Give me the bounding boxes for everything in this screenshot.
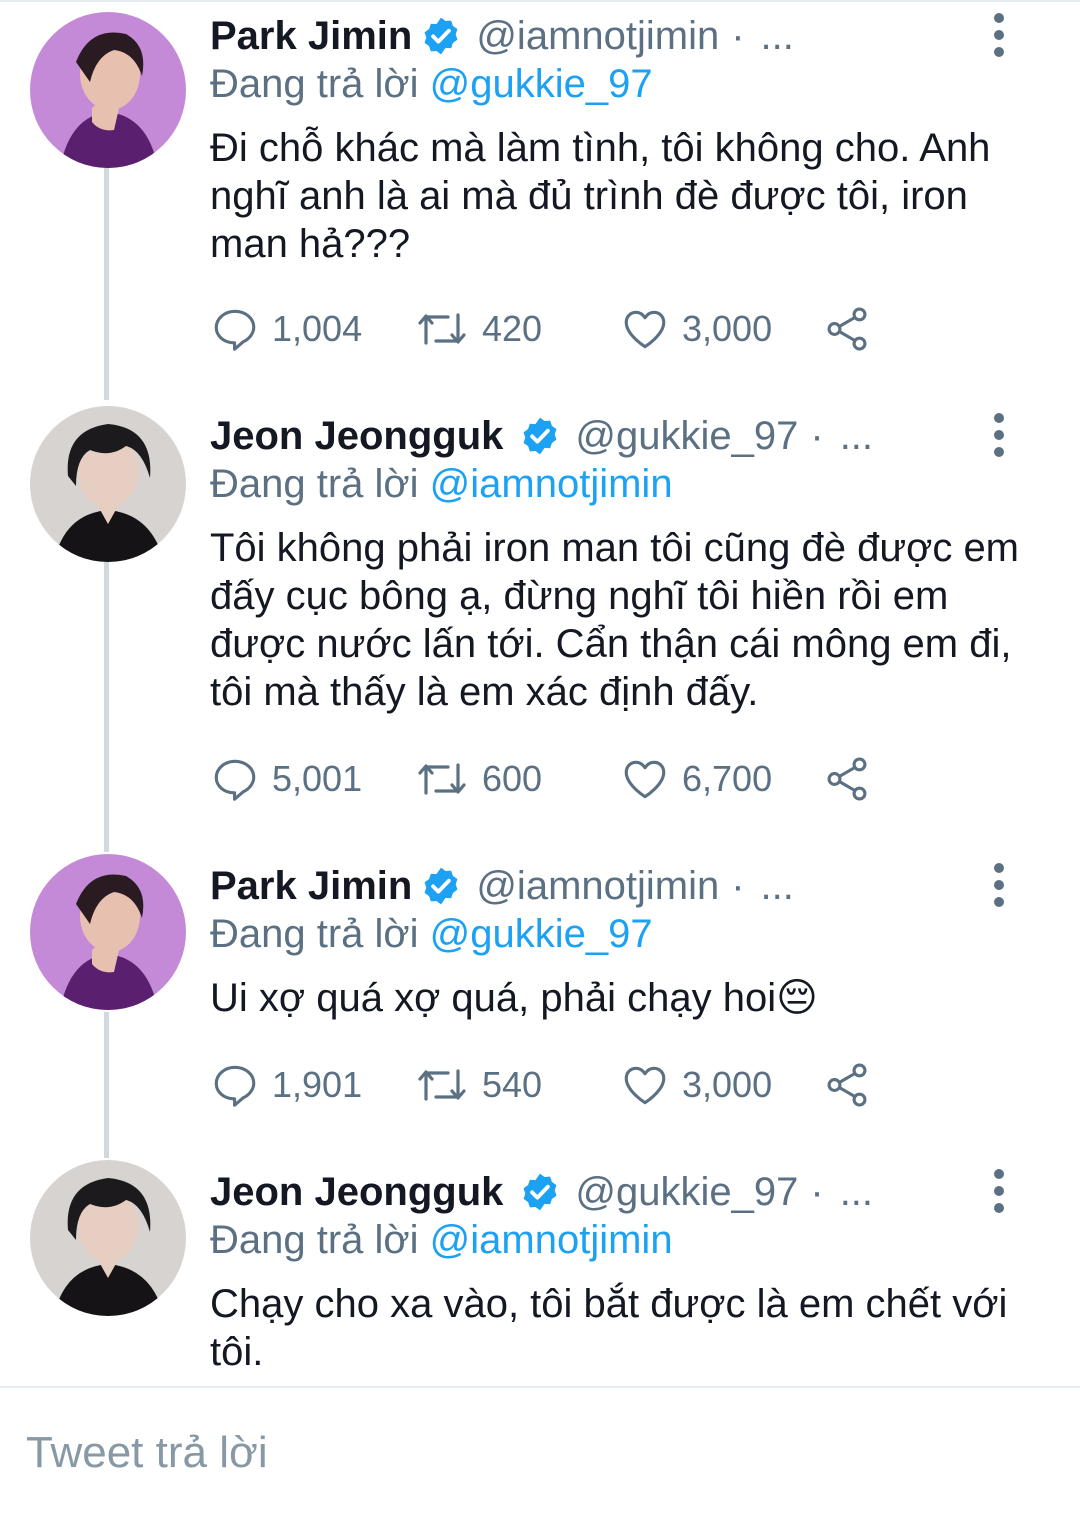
- mention-link[interactable]: @iamnotjimin: [430, 462, 673, 506]
- truncation-ellipsis: ...: [760, 863, 794, 908]
- share-button[interactable]: [822, 304, 872, 354]
- retweet-button[interactable]: 600: [414, 754, 542, 804]
- avatar[interactable]: [30, 854, 186, 1010]
- separator-dot: ·: [731, 13, 745, 58]
- handle[interactable]: @iamnotjimin: [476, 14, 719, 59]
- replying-to: Đang trả lời @iamnotjimin: [210, 1218, 673, 1263]
- retweet-button[interactable]: 540: [414, 1060, 542, 1110]
- replying-to: Đang trả lời @gukkie_97: [210, 62, 653, 107]
- retweet-icon: [418, 313, 466, 345]
- avatar-portrait-purple: [30, 854, 186, 1010]
- tweet-text: Đi chỗ khác mà làm tình, tôi không cho. …: [210, 126, 991, 266]
- retweet-count: 540: [482, 1064, 543, 1105]
- like-button[interactable]: 6,700: [620, 754, 772, 804]
- avatar[interactable]: [30, 12, 186, 168]
- verified-badge-icon: [424, 17, 458, 55]
- reply-bubble-icon: [214, 1065, 256, 1107]
- share-button[interactable]: [822, 754, 872, 804]
- vertical-dots-icon[interactable]: [984, 10, 1014, 60]
- replying-prefix: Đang trả lời: [210, 62, 419, 106]
- vertical-dots-icon[interactable]: [984, 860, 1014, 910]
- replying-prefix: Đang trả lời: [210, 462, 419, 506]
- retweet-button[interactable]: 420: [414, 304, 542, 354]
- tweet-header: Park Jimin @iamnotjimin · ...: [210, 8, 794, 64]
- retweet-icon: [418, 763, 466, 795]
- reply-composer: [0, 1388, 1080, 1520]
- like-count: 3,000: [682, 1064, 773, 1105]
- handle[interactable]: @gukkie_97: [575, 1170, 798, 1215]
- reply-count: 1,901: [272, 1064, 363, 1105]
- handle[interactable]: @gukkie_97: [575, 414, 798, 459]
- avatar[interactable]: [30, 1160, 186, 1316]
- reply-bubble-icon: [214, 309, 256, 351]
- share-button[interactable]: [822, 1060, 872, 1110]
- thread-connector: [104, 160, 109, 400]
- retweet-count: 420: [482, 308, 543, 349]
- display-name[interactable]: Park Jimin: [210, 14, 412, 59]
- like-count: 3,000: [682, 308, 773, 349]
- like-count: 6,700: [682, 758, 773, 799]
- avatar-portrait-purple: [30, 12, 186, 168]
- tweet-text: Ui xợ quá xợ quá, phải chạy hoi😔: [210, 976, 818, 1020]
- replying-prefix: Đang trả lời: [210, 1218, 419, 1262]
- tweet-actions: 1,004 420 3,000: [210, 304, 1030, 354]
- reply-count: 1,004: [272, 308, 363, 349]
- avatar[interactable]: [30, 406, 186, 562]
- like-button[interactable]: 3,000: [620, 1060, 772, 1110]
- avatar-portrait-grey: [30, 1160, 186, 1316]
- handle[interactable]: @iamnotjimin: [476, 864, 719, 909]
- reply-count: 5,001: [272, 758, 363, 799]
- vertical-dots-icon[interactable]: [984, 1166, 1014, 1216]
- tweet-text: Chạy cho xa vào, tôi bắt được là em chết…: [210, 1282, 1008, 1374]
- separator-dot: ·: [731, 863, 745, 908]
- thread-connector: [104, 562, 109, 852]
- truncation-ellipsis: ...: [839, 413, 874, 458]
- mention-link[interactable]: @gukkie_97: [430, 62, 653, 106]
- verified-badge-icon: [523, 417, 557, 455]
- display-name[interactable]: Park Jimin: [210, 864, 412, 909]
- verified-badge-icon: [424, 867, 458, 905]
- truncation-ellipsis: ...: [760, 13, 794, 58]
- share-icon: [827, 757, 867, 801]
- reply-button[interactable]: 5,001: [210, 754, 362, 804]
- share-icon: [827, 1063, 867, 1107]
- thread-connector: [104, 1012, 109, 1158]
- tweet-actions: 1,901 540 3,000: [210, 1060, 1030, 1110]
- replying-to: Đang trả lời @iamnotjimin: [210, 462, 673, 507]
- tweet-thread-page: Park Jimin @iamnotjimin · ... Đang trả l…: [0, 0, 1080, 1520]
- heart-icon: [624, 310, 666, 349]
- separator-dot: ·: [810, 1169, 824, 1214]
- mention-link[interactable]: @gukkie_97: [430, 912, 653, 956]
- display-name[interactable]: Jeon Jeongguk: [210, 1170, 503, 1215]
- like-button[interactable]: 3,000: [620, 304, 772, 354]
- top-divider: [0, 0, 1080, 2]
- replying-prefix: Đang trả lời: [210, 912, 419, 956]
- reply-button[interactable]: 1,901: [210, 1060, 362, 1110]
- mention-link[interactable]: @iamnotjimin: [430, 1218, 673, 1262]
- reply-tweet-input[interactable]: [26, 1418, 1026, 1488]
- reply-bubble-icon: [214, 759, 256, 801]
- retweet-count: 600: [482, 758, 543, 799]
- vertical-dots-icon[interactable]: [984, 410, 1014, 460]
- share-icon: [827, 307, 867, 351]
- truncation-ellipsis: ...: [839, 1169, 874, 1214]
- heart-icon: [624, 1066, 666, 1105]
- retweet-icon: [418, 1069, 466, 1101]
- tweet-actions: 5,001 600 6,700: [210, 754, 1030, 804]
- separator-dot: ·: [810, 413, 824, 458]
- verified-badge-icon: [523, 1173, 557, 1211]
- heart-icon: [624, 760, 666, 799]
- replying-to: Đang trả lời @gukkie_97: [210, 912, 653, 957]
- tweet-header: Jeon Jeongguk @gukkie_97 · ...: [210, 408, 873, 464]
- tweet-header: Jeon Jeongguk @gukkie_97 · ...: [210, 1164, 873, 1220]
- reply-button[interactable]: 1,004: [210, 304, 362, 354]
- tweet-header: Park Jimin @iamnotjimin · ...: [210, 858, 794, 914]
- tweet-text: Tôi không phải iron man tôi cũng đè được…: [210, 526, 1020, 714]
- display-name[interactable]: Jeon Jeongguk: [210, 414, 503, 459]
- avatar-portrait-grey: [30, 406, 186, 562]
